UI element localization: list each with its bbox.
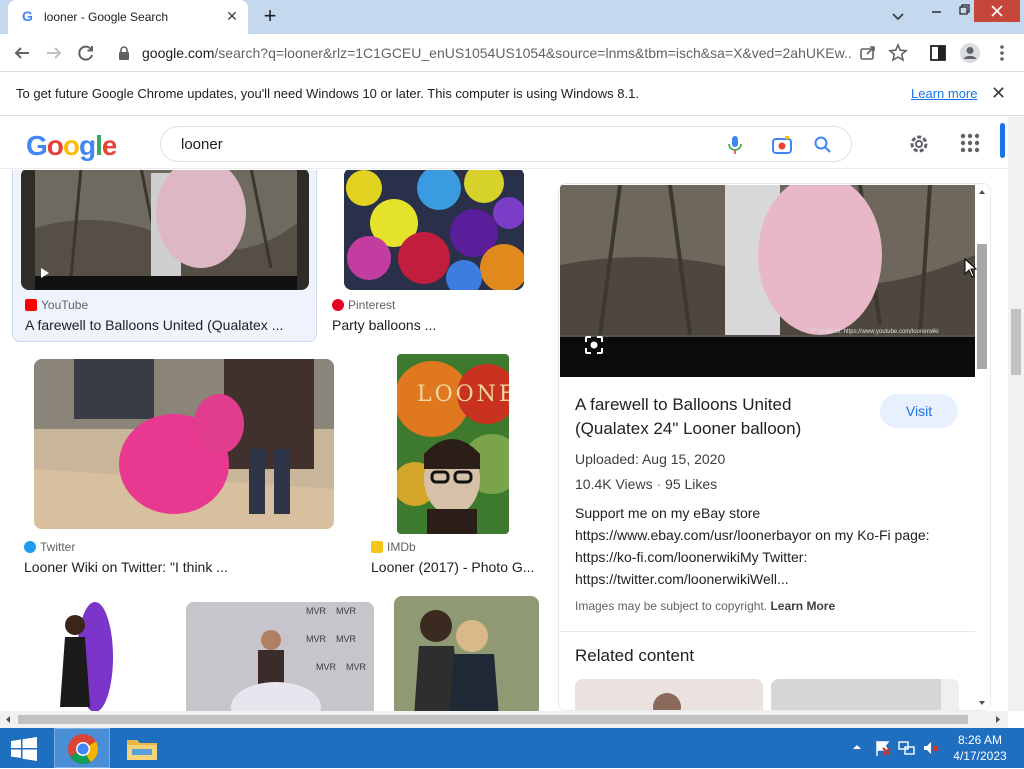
- tab-title: looner - Google Search: [44, 10, 169, 24]
- camera-lens-icon[interactable]: [771, 135, 793, 155]
- tab-close-icon[interactable]: ✕: [224, 8, 240, 24]
- preview-description: Support me on my eBay store https://www.…: [575, 505, 930, 587]
- browser-toolbar: google.com/search?q=looner&rlz=1C1GCEU_e…: [0, 34, 1024, 72]
- result-thumbnail-purple-balloon[interactable]: [20, 597, 166, 711]
- result-card-twitter[interactable]: Twitter Looner Wiki on Twitter: "I think…: [20, 354, 350, 584]
- tab-google-search[interactable]: G looner - Google Search ✕: [8, 0, 248, 34]
- svg-text:MVR: MVR: [316, 662, 337, 672]
- search-input[interactable]: looner: [160, 126, 852, 162]
- result-thumbnail-women[interactable]: [394, 596, 539, 711]
- tab-strip: G looner - Google Search ✕ +: [0, 0, 1024, 34]
- taskbar-clock[interactable]: 8:26 AM 4/17/2023: [950, 732, 1010, 764]
- related-content-heading: Related content: [575, 646, 695, 665]
- result-thumbnail[interactable]: [344, 170, 524, 290]
- network-icon[interactable]: [898, 739, 916, 757]
- reload-icon[interactable]: [74, 41, 98, 65]
- view-like-stats: 10.4K Views · 95 Likes: [575, 476, 718, 492]
- page-vertical-scrollbar[interactable]: [1008, 117, 1024, 711]
- search-query: looner: [181, 136, 223, 153]
- copyright-notice: Images may be subject to copyright. Lear…: [575, 599, 836, 613]
- address-bar[interactable]: google.com/search?q=looner&rlz=1C1GCEU_e…: [108, 38, 918, 68]
- close-window-button[interactable]: [974, 0, 1020, 22]
- tab-search-chevron-icon[interactable]: [888, 8, 908, 26]
- result-title[interactable]: A farewell to Balloons United (Qualatex …: [25, 317, 283, 333]
- new-tab-button[interactable]: +: [258, 5, 282, 29]
- action-center-flag-icon[interactable]: [874, 739, 892, 757]
- panel-divider: [559, 631, 975, 632]
- update-infobar: To get future Google Chrome updates, you…: [0, 72, 1024, 116]
- twitter-icon: [24, 541, 36, 553]
- copyright-learn-more-link[interactable]: Learn More: [770, 599, 835, 613]
- pinterest-icon: [332, 299, 344, 311]
- image-results-grid: YouTube A farewell to Balloons United (Q…: [0, 170, 548, 711]
- back-icon[interactable]: [10, 41, 34, 65]
- url-text: google.com/search?q=looner&rlz=1C1GCEU_e…: [142, 45, 852, 61]
- infobar-learn-more-link[interactable]: Learn more: [911, 86, 977, 101]
- mouse-cursor-icon: [964, 258, 978, 278]
- visit-button[interactable]: Visit: [880, 394, 958, 428]
- result-thumbnail[interactable]: [21, 170, 309, 290]
- lock-icon[interactable]: [118, 46, 130, 60]
- search-icon[interactable]: [813, 135, 833, 155]
- result-card-youtube[interactable]: YouTube A farewell to Balloons United (Q…: [12, 170, 317, 342]
- imdb-icon: [371, 541, 383, 553]
- result-title[interactable]: Looner Wiki on Twitter: "I think ...: [24, 559, 228, 575]
- youtube-icon: [25, 299, 37, 311]
- svg-text:MVR: MVR: [346, 662, 367, 672]
- svg-text:MVR: MVR: [336, 606, 357, 616]
- windows-start-icon[interactable]: [10, 737, 38, 761]
- chrome-menu-icon[interactable]: [990, 41, 1014, 65]
- svg-text:MVR: MVR: [306, 606, 327, 616]
- google-header: Google looner: [0, 117, 1008, 169]
- preview-title[interactable]: A farewell to Balloons United (Qualatex …: [575, 393, 865, 441]
- svg-text:MVR: MVR: [336, 634, 357, 644]
- volume-muted-icon[interactable]: [922, 739, 940, 757]
- poster-title-text: LOONER.: [417, 382, 509, 407]
- image-preview-panel: YT channel: https://www.youtube.com/loon…: [558, 183, 991, 711]
- restore-button[interactable]: [950, 0, 976, 22]
- profile-avatar-icon[interactable]: [958, 41, 982, 65]
- svg-text:MVR: MVR: [306, 634, 327, 644]
- microphone-icon[interactable]: [727, 135, 743, 155]
- page-horizontal-scrollbar[interactable]: [0, 711, 1008, 728]
- share-icon[interactable]: [856, 41, 880, 65]
- result-thumbnail[interactable]: LOONER.: [397, 354, 509, 534]
- result-source: Pinterest: [332, 298, 395, 312]
- result-source: IMDb: [371, 540, 416, 554]
- bookmark-star-icon[interactable]: [886, 41, 910, 65]
- file-explorer-icon[interactable]: [124, 734, 160, 762]
- result-thumbnail-event[interactable]: MVR MVR MVR MVR MVR MVR: [186, 602, 374, 711]
- result-title[interactable]: Looner (2017) - Photo G...: [371, 559, 534, 575]
- google-logo[interactable]: Google: [26, 129, 116, 163]
- chrome-taskbar-icon[interactable]: [54, 728, 110, 768]
- upload-date: Uploaded: Aug 15, 2020: [575, 451, 726, 467]
- result-title[interactable]: Party balloons ...: [332, 317, 436, 333]
- svg-text:Google: Google: [26, 130, 116, 161]
- minimize-button[interactable]: [922, 0, 952, 22]
- account-indicator: [1000, 123, 1005, 158]
- side-panel-icon[interactable]: [926, 41, 950, 65]
- google-apps-icon[interactable]: [958, 131, 982, 155]
- watermark-text: YT channel: https://www.youtube.com/loon…: [810, 329, 939, 335]
- svg-text:G: G: [22, 9, 33, 23]
- result-source: Twitter: [24, 540, 75, 554]
- forward-icon[interactable]: [42, 41, 66, 65]
- result-thumbnail[interactable]: [34, 359, 334, 529]
- result-source: YouTube: [25, 298, 88, 312]
- google-favicon-icon: G: [22, 9, 36, 23]
- result-card-imdb[interactable]: LOONER. IMDb Looner (2017) - Photo G...: [368, 354, 543, 584]
- preview-image[interactable]: YT channel: https://www.youtube.com/loon…: [560, 185, 975, 377]
- infobar-close-icon[interactable]: ✕: [991, 83, 1006, 104]
- windows-taskbar: 8:26 AM 4/17/2023: [0, 728, 1024, 768]
- show-hidden-icons-icon[interactable]: [851, 742, 863, 752]
- related-thumbnail-1[interactable]: [575, 679, 763, 710]
- infobar-message: To get future Google Chrome updates, you…: [16, 86, 639, 101]
- lens-icon[interactable]: [584, 335, 604, 355]
- related-thumbnail-2[interactable]: [771, 679, 959, 710]
- result-card-pinterest[interactable]: Pinterest Party balloons ...: [332, 170, 532, 342]
- settings-gear-icon[interactable]: [906, 131, 932, 157]
